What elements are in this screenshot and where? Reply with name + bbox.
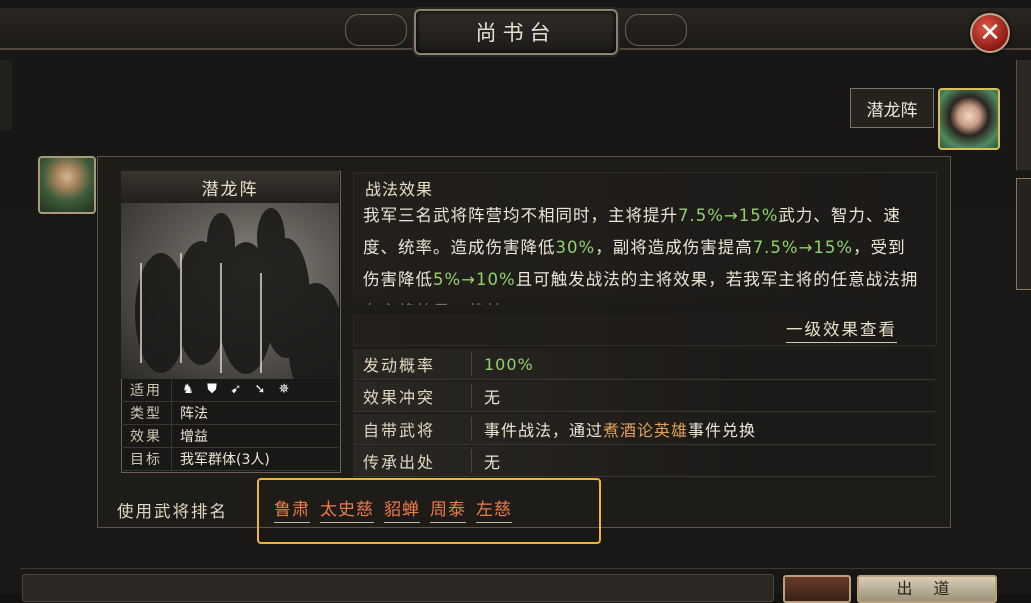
attr-value: 阵法	[171, 402, 208, 424]
prop-key: 发动概率	[353, 352, 472, 376]
shield-icon: ⛊	[207, 382, 217, 397]
general-link[interactable]: 周泰	[430, 495, 466, 523]
prop-key: 自带武将	[353, 417, 472, 441]
prop-row-inheritance: 传承出处 无	[353, 446, 935, 477]
attr-value: 增益	[171, 425, 208, 447]
close-button[interactable]: ✕	[970, 13, 1010, 53]
cavalry-icon: ♞	[182, 382, 194, 397]
attr-value: 我军群体(3人)	[171, 448, 270, 470]
event-name[interactable]: 煮酒论英雄	[603, 421, 688, 440]
general-portrait-female[interactable]	[938, 88, 1000, 150]
attr-key: 效果	[130, 429, 162, 445]
text-segment: 无	[484, 453, 502, 472]
skill-artwork	[121, 203, 339, 379]
highlight-value: 7.5%→15%	[752, 238, 854, 257]
window-title: 尚书台	[414, 9, 618, 55]
highlight-value: 5%→10%	[433, 270, 516, 289]
secondary-button[interactable]	[783, 575, 851, 603]
general-ranking-label: 使用武将排名	[117, 502, 228, 521]
attr-row-type: 类型 阵法	[121, 402, 339, 425]
prop-value: 100%	[472, 355, 534, 374]
prop-row-innate-general: 自带武将 事件战法，通过煮酒论英雄事件兑换	[353, 414, 935, 445]
primary-button[interactable]: 出 道	[857, 575, 997, 603]
chat-input[interactable]	[22, 574, 774, 602]
attr-key: 目标	[130, 452, 162, 468]
siege-icon: ✵	[278, 382, 290, 397]
right-edge-panel	[1016, 60, 1031, 170]
attr-row-target: 目标 我军群体(3人)	[121, 448, 339, 471]
text-segment: 无	[484, 388, 502, 407]
attr-row-troop: 适用 ♞ ⛊ ➹ ➘ ✵	[121, 379, 339, 402]
prop-value: 无	[472, 449, 501, 473]
prop-key: 传承出处	[353, 449, 472, 473]
text-segment: ，副将造成伤害提高	[595, 238, 753, 257]
text-segment: 事件兑换	[688, 421, 757, 440]
prop-row-trigger-rate: 发动概率 100%	[353, 349, 935, 380]
highlight-value: 100%	[484, 354, 534, 374]
general-link[interactable]: 鲁肃	[274, 495, 310, 523]
highlight-value: 30%	[555, 238, 596, 257]
prop-value: 无	[472, 384, 501, 408]
general-portrait-avatar[interactable]	[38, 156, 96, 214]
general-ranking-list: 鲁肃 太史慈 貂蝉 周泰 左慈	[274, 495, 512, 523]
archer-icon: ➹	[230, 382, 242, 397]
prop-value: 事件战法，通过煮酒论英雄事件兑换	[472, 417, 756, 441]
title-ornament-right	[625, 14, 687, 46]
general-link[interactable]: 太史慈	[320, 495, 374, 523]
effect-fade	[353, 290, 935, 314]
text-segment: 我军三名武将阵营均不相同时，主将提升	[363, 206, 678, 225]
right-edge-tab[interactable]	[1016, 178, 1031, 290]
skill-attribute-table: 适用 ♞ ⛊ ➹ ➘ ✵ 类型 阵法 效果 增益 目标 我军群体(3人)	[121, 379, 339, 471]
general-link[interactable]: 貂蝉	[384, 495, 420, 523]
title-ornament-left	[345, 14, 407, 46]
general-link[interactable]: 左慈	[476, 495, 512, 523]
attr-key: 类型	[130, 406, 162, 422]
effect-title: 战法效果	[365, 180, 434, 199]
attr-row-effect: 效果 增益	[121, 425, 339, 448]
attr-key: 适用	[130, 383, 162, 399]
skill-name: 潜龙阵	[121, 171, 339, 204]
prop-key: 效果冲突	[353, 384, 472, 408]
soldiers-silhouette-image	[135, 208, 339, 379]
spear-icon: ➘	[254, 382, 266, 397]
level-one-effect-link[interactable]: 一级效果查看	[786, 316, 897, 343]
prop-row-conflict: 效果冲突 无	[353, 381, 935, 412]
left-edge-panel	[0, 60, 12, 130]
close-icon: ✕	[979, 18, 1001, 48]
text-segment: 事件战法，通过	[484, 421, 604, 440]
formation-tag: 潜龙阵	[850, 88, 934, 128]
troop-type-icons: ♞ ⛊ ➹ ➘ ✵	[171, 379, 292, 401]
highlight-value: 7.5%→15%	[678, 206, 779, 225]
